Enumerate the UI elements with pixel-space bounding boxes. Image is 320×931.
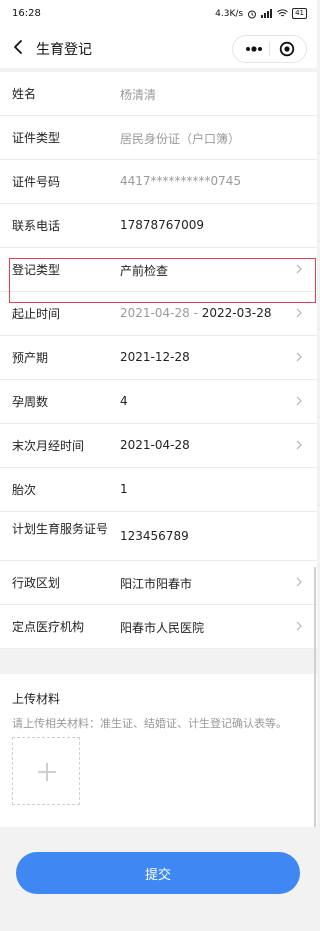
chevron-right-icon <box>296 308 302 318</box>
field-label: 证件类型 <box>12 131 61 145</box>
id-number-value: 4417**********0745 <box>120 174 242 188</box>
form-row-gestational-weeks[interactable]: 孕周数 4 <box>0 380 317 424</box>
field-label: 行政区划 <box>12 576 61 590</box>
alarm-icon <box>248 10 257 18</box>
back-arrow-icon[interactable] <box>10 37 28 57</box>
scrollbar[interactable] <box>314 567 316 827</box>
more-dots-icon[interactable] <box>243 39 265 59</box>
due-date-select[interactable]: 2021-12-28 <box>120 350 190 364</box>
form-row-phone[interactable]: 联系电话 17878767009 <box>0 204 317 248</box>
parity-input[interactable]: 1 <box>120 482 128 496</box>
chevron-right-icon <box>296 440 302 450</box>
capsule-divider <box>269 42 270 56</box>
chevron-right-icon <box>296 352 302 362</box>
submit-button[interactable]: 提交 <box>16 852 300 894</box>
field-label: 孕周数 <box>12 395 49 409</box>
form-row-parity[interactable]: 胎次 1 <box>0 468 317 512</box>
net-speed: 4.3K/s <box>215 8 244 19</box>
upload-hint: 请上传相关材料：准生证、结婚证、计生登记确认表等。 <box>12 717 287 730</box>
close-target-icon[interactable] <box>279 41 295 57</box>
form-row-date-range[interactable]: 起止时间 2021-04-28 - 2022-03-28 <box>0 292 317 336</box>
field-label: 姓名 <box>12 87 37 101</box>
page-title: 生育登记 <box>36 42 92 58</box>
form-row-service-cert[interactable]: 计划生育服务证号 123456789 <box>0 512 317 561</box>
date-range-picker[interactable]: 2021-04-28 - 2022-03-28 <box>120 306 272 320</box>
form-row-due-date[interactable]: 预产期 2021-12-28 <box>0 336 317 380</box>
wifi-icon <box>277 9 288 17</box>
status-bar: 16:28 4.3K/s 41 <box>0 0 317 28</box>
chevron-right-icon <box>296 264 302 274</box>
field-label: 预产期 <box>12 351 49 365</box>
field-label: 起止时间 <box>12 307 61 321</box>
service-cert-input[interactable]: 123456789 <box>120 529 189 543</box>
id-type-value: 居民身份证（户口簿） <box>120 132 241 146</box>
region-select[interactable]: 阳江市阳春市 <box>120 575 192 592</box>
name-value: 杨清清 <box>120 88 157 102</box>
signal-icon <box>261 9 273 18</box>
last-menstruation-select[interactable]: 2021-04-28 <box>120 438 190 452</box>
form-row-registration-type[interactable]: 登记类型 产前检查 <box>0 248 317 292</box>
field-label: 登记类型 <box>12 263 61 277</box>
battery-icon: 41 <box>292 8 307 19</box>
form-row-name: 姓名 杨清清 <box>0 72 317 116</box>
gestational-weeks-input[interactable]: 4 <box>120 394 128 408</box>
field-label: 证件号码 <box>12 175 61 189</box>
form-row-id-type: 证件类型 居民身份证（户口簿） <box>0 116 317 160</box>
form-row-hospital[interactable]: 定点医疗机构 阳春市人民医院 <box>0 605 317 649</box>
range-separator: - <box>193 306 198 320</box>
field-label: 计划生育服务证号 <box>12 522 109 536</box>
registration-form: 姓名 杨清清 证件类型 居民身份证（户口簿） 证件号码 4417********… <box>0 72 317 649</box>
form-row-region[interactable]: 行政区划 阳江市阳春市 <box>0 561 317 605</box>
chevron-right-icon <box>296 577 302 587</box>
registration-type-select[interactable]: 产前检查 <box>120 262 168 279</box>
upload-button[interactable] <box>12 737 80 805</box>
field-label: 末次月经时间 <box>12 439 85 453</box>
chevron-right-icon <box>296 621 302 631</box>
nav-bar: 生育登记 <box>0 28 317 68</box>
mini-program-capsule <box>232 35 307 63</box>
end-date[interactable]: 2022-03-28 <box>202 306 272 320</box>
plus-icon <box>38 763 56 781</box>
upload-title: 上传材料 <box>12 692 61 706</box>
status-icons: 4.3K/s 41 <box>215 8 307 19</box>
phone-input[interactable]: 17878767009 <box>120 218 204 232</box>
field-label: 联系电话 <box>12 219 61 233</box>
status-time: 16:28 <box>12 8 41 19</box>
chevron-right-icon <box>296 396 302 406</box>
upload-section: 上传材料 请上传相关材料：准生证、结婚证、计生登记确认表等。 <box>0 674 317 827</box>
field-label: 定点医疗机构 <box>12 620 85 634</box>
start-date[interactable]: 2021-04-28 <box>120 306 190 320</box>
form-row-last-menstruation[interactable]: 末次月经时间 2021-04-28 <box>0 424 317 468</box>
hospital-select[interactable]: 阳春市人民医院 <box>120 619 204 636</box>
form-row-id-number: 证件号码 4417**********0745 <box>0 160 317 204</box>
field-label: 胎次 <box>12 483 37 497</box>
